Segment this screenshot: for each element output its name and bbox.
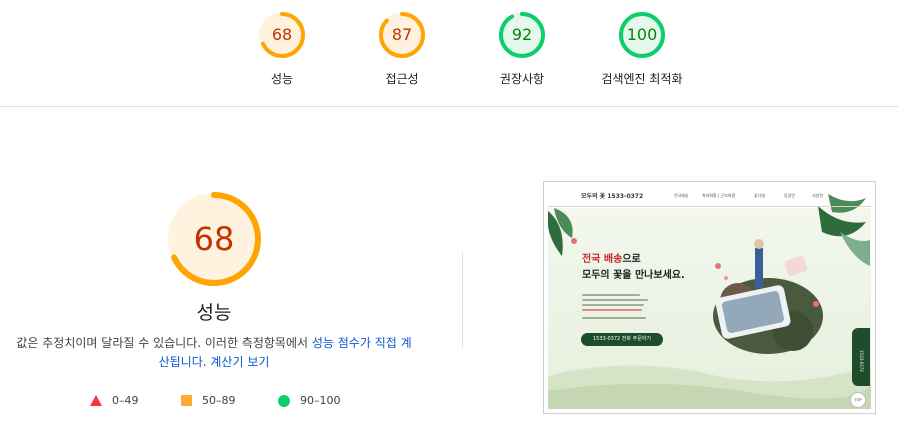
category-seo[interactable]: 100 검색엔진 최적화 [582,10,702,87]
site-logo: 모두의 꽃 1533-0372 [581,193,644,200]
hero-text-line [582,299,648,301]
category-accessibility[interactable]: 87 접근성 [342,10,462,87]
score-summary-strip: 68 성능 87 접근성 92 권장사항 100 검색엔진 최적화 [0,0,898,107]
legend-pass-range: 90–100 [300,394,341,407]
seo-score-value: 100 [626,25,658,44]
site-header: 모두의 꽃 1533-0372 전국배송 축하화환 | 근조화환 꽃다발 동양란… [548,186,871,207]
hero-subheadline: 모두의 꽃을 만나보세요. [582,270,685,281]
hero-headline-dark: 으로 [622,254,641,265]
legend-average: 50–89 [181,394,236,407]
description-text: 값은 추정치이며 달라질 수 있습니다. 이러한 측정항목에서 [16,336,312,350]
hero-text-line [582,309,642,311]
accessibility-score-value: 87 [391,25,413,44]
green-circle-icon [278,394,290,407]
thumbnail-content: 모두의 꽃 1533-0372 전국배송 축하화환 | 근조화환 꽃다발 동양란… [548,186,871,409]
accessibility-label: 접근성 [385,72,419,86]
legend-pass: 90–100 [278,394,341,407]
legend-average-range: 50–89 [202,394,236,407]
performance-section-title: 성능 [196,302,232,324]
hero-headline: 전국 배송으로 [582,250,641,265]
hero-headline-red: 전국 배송 [582,254,623,265]
hero-text-line [582,304,644,306]
best-practices-label: 권장사항 [499,72,545,86]
site-nav-item: 축하화환 | 근조화환 [702,193,736,198]
legend-fail-range: 0–49 [112,394,139,407]
page-screenshot-thumbnail[interactable]: 모두의 꽃 1533-0372 전국배송 축하화환 | 근조화환 꽃다발 동양란… [543,181,876,414]
scroll-top-button: TOP [850,392,866,408]
section-divider [462,252,463,348]
orange-square-icon [181,395,192,406]
accessibility-score-gauge: 87 [377,10,427,60]
view-calculator-link[interactable]: 계산기 보기 [210,355,269,369]
hero-text-line [582,317,646,319]
category-performance[interactable]: 68 성능 [222,10,342,87]
site-nav-item: 동양란 [784,193,796,198]
performance-label: 성능 [270,72,294,86]
performance-description: 값은 추정치이며 달라질 수 있습니다. 이러한 측정항목에서 성능 점수가 직… [12,334,416,372]
red-triangle-icon [90,395,102,406]
hero-text-line [582,294,640,296]
site-nav-item: 꽃다발 [754,193,766,198]
site-nav-item: 전국배송 [674,193,689,198]
phone-order-button: 1533-0372 전화 주문하기 [581,333,663,346]
main-performance-gauge: 68 [165,190,263,288]
performance-score-value: 68 [271,25,293,44]
performance-score-gauge: 68 [257,10,307,60]
side-call-tab: 1533-0372 [852,328,870,386]
seo-score-gauge: 100 [617,10,667,60]
side-call-number: 1533-0372 [859,350,864,372]
decorative-leaves-illustration [548,194,871,409]
category-best-practices[interactable]: 92 권장사항 [462,10,582,87]
site-nav-item: 서양란 [812,193,824,198]
best-practices-score-value: 92 [511,25,533,44]
seo-label: 검색엔진 최적화 [601,72,683,86]
main-performance-score: 68 [193,220,235,258]
legend-fail: 0–49 [90,394,139,407]
best-practices-score-gauge: 92 [497,10,547,60]
